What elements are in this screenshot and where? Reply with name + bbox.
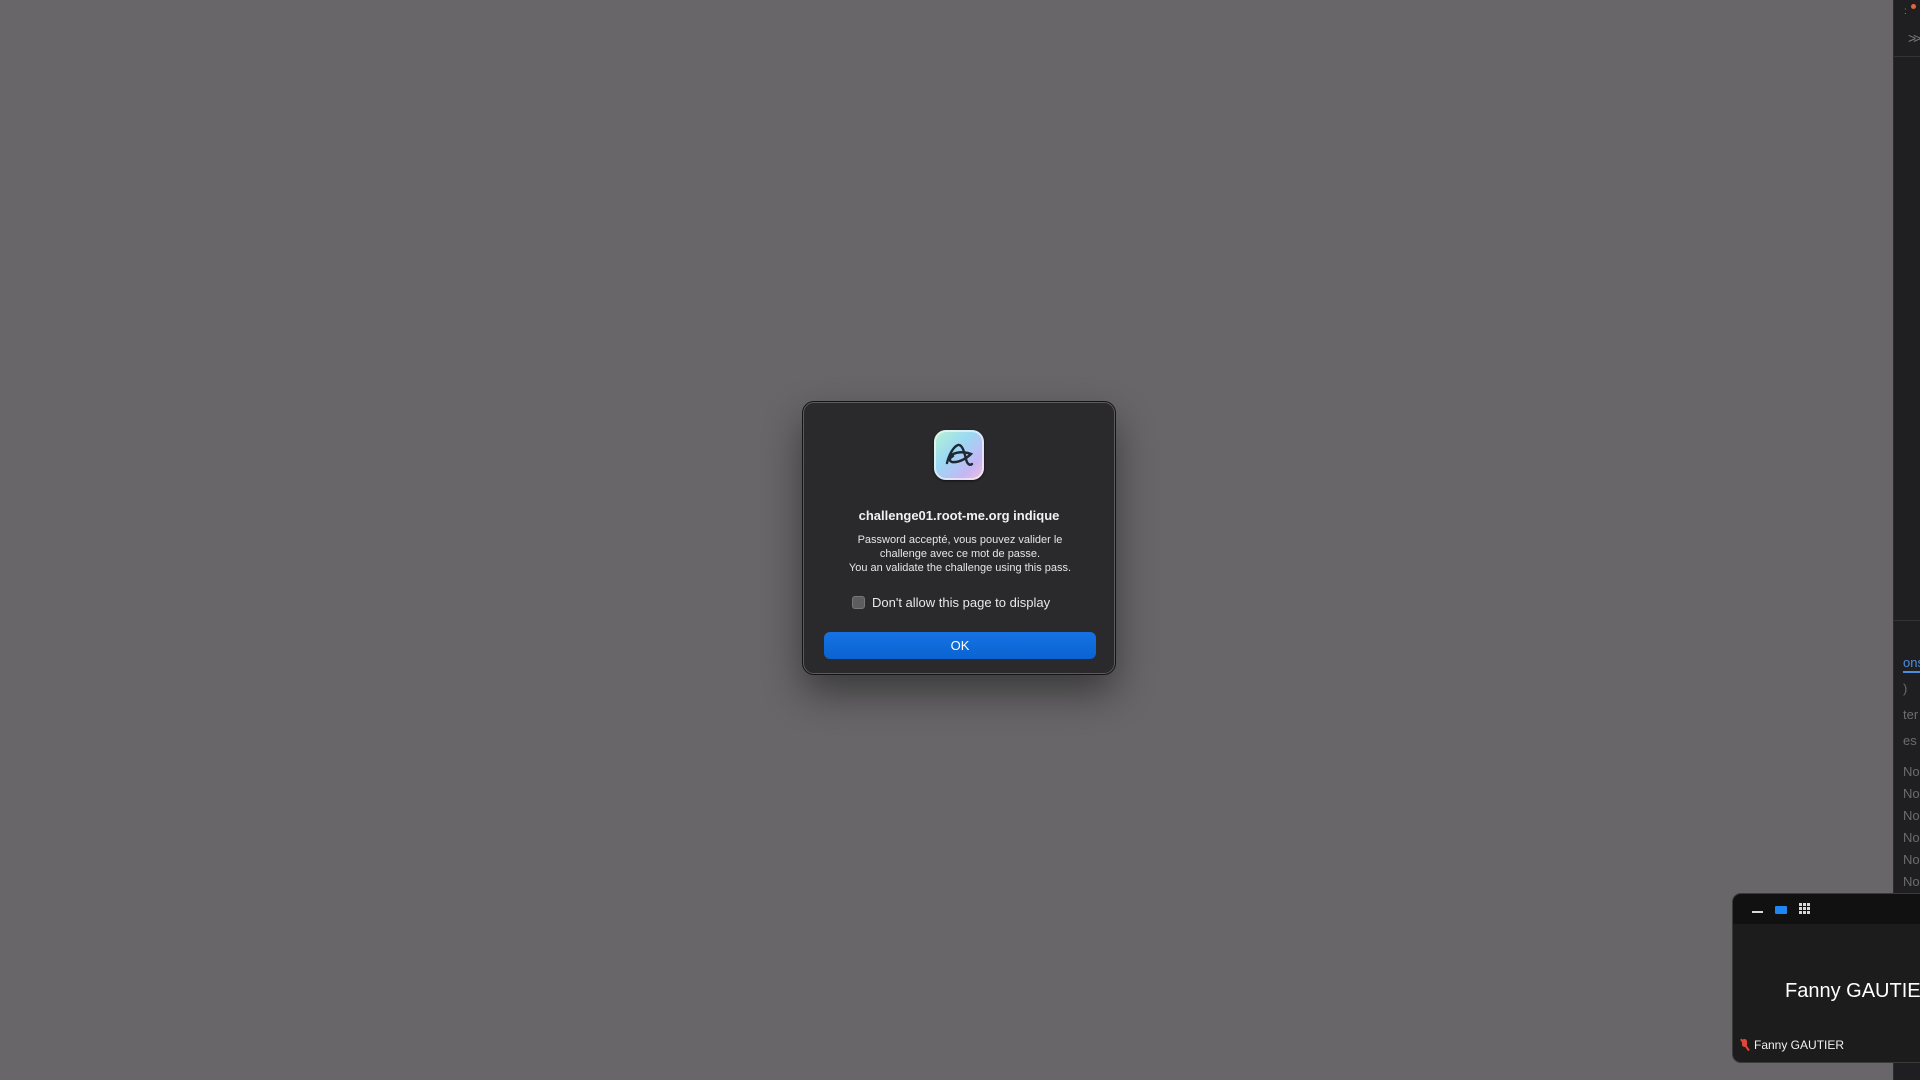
arc-browser-icon bbox=[934, 430, 984, 480]
participant-footer-name: Fanny GAUTIER bbox=[1754, 1038, 1845, 1052]
dialog-title: challenge01.root-me.org indique bbox=[858, 508, 1060, 523]
devtools-row-fragment: No bbox=[1903, 764, 1920, 779]
devtools-tab-fragment[interactable]: ons bbox=[1903, 655, 1920, 670]
meeting-toolbar bbox=[1733, 894, 1920, 924]
dialog-message: Password accepté, vous pouvez valider le… bbox=[824, 533, 1096, 575]
devtools-text-fragment: es bbox=[1903, 733, 1917, 748]
devtools-row-fragment: No bbox=[1903, 786, 1920, 801]
suppress-dialogs-option[interactable]: Don't allow this page to display bbox=[852, 594, 1050, 610]
devtools-row-fragment: No bbox=[1903, 874, 1920, 889]
divider bbox=[1894, 620, 1920, 621]
devtools-row-fragment: No bbox=[1903, 830, 1920, 845]
participant-name-display: Fanny GAUTIER bbox=[1785, 980, 1920, 1002]
divider bbox=[1894, 56, 1920, 57]
desktop-background: : >> ons ) ter es No No No No No No chal… bbox=[0, 0, 1920, 1080]
meeting-mini-window[interactable]: Fanny GAUTIER Fanny GAUTIER bbox=[1732, 893, 1920, 1063]
devtools-row-fragment: No bbox=[1903, 808, 1920, 823]
dialog-message-line: challenge avec ce mot de passe. bbox=[879, 548, 1041, 560]
notification-dot-icon bbox=[1911, 4, 1916, 9]
expand-chevrons-icon[interactable]: >> bbox=[1908, 30, 1920, 46]
active-tab-underline bbox=[1903, 671, 1920, 673]
dialog-message-line: Password accepté, vous pouvez valider le bbox=[857, 534, 1063, 546]
participant-footer: Fanny GAUTIER bbox=[1740, 1038, 1844, 1052]
devtools-row-fragment: No bbox=[1903, 852, 1920, 867]
microphone-muted-icon bbox=[1740, 1039, 1749, 1051]
devtools-indicator-icon: : bbox=[1904, 6, 1907, 17]
ok-button[interactable]: OK bbox=[824, 632, 1096, 659]
devtools-text-fragment: ) bbox=[1903, 681, 1908, 696]
minimize-icon[interactable] bbox=[1751, 903, 1765, 917]
alert-dialog: challenge01.root-me.org indique Password… bbox=[803, 402, 1115, 674]
dialog-message-line: You an validate the challenge using this… bbox=[848, 562, 1072, 574]
speaker-view-icon[interactable] bbox=[1774, 903, 1788, 917]
devtools-filter-fragment[interactable]: ter bbox=[1903, 707, 1918, 722]
suppress-dialogs-checkbox[interactable] bbox=[852, 595, 865, 609]
suppress-dialogs-label: Don't allow this page to display bbox=[872, 594, 1051, 610]
gallery-view-icon[interactable] bbox=[1798, 902, 1812, 916]
